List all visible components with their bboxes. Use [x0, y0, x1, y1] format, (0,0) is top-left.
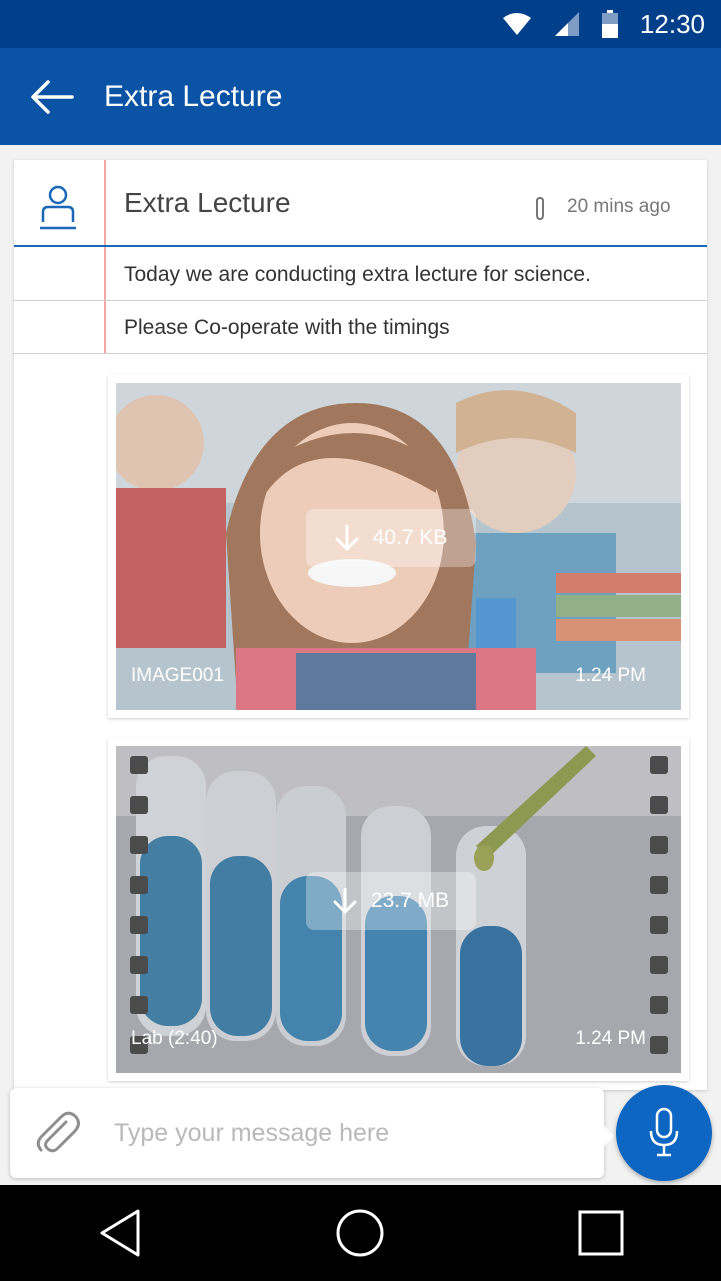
message-text: Today we are conducting extra lecture fo… [124, 263, 591, 286]
signal-icon [554, 11, 580, 37]
file-name: Lab (2:40) [131, 1028, 218, 1049]
back-button[interactable] [30, 77, 80, 117]
message-title: Extra Lecture [124, 187, 291, 218]
attach-button[interactable] [32, 1108, 82, 1158]
nav-home-button[interactable] [330, 1203, 390, 1263]
nav-back-button[interactable] [90, 1203, 150, 1263]
paperclip-icon [36, 1111, 80, 1153]
file-time: 1.24 PM [575, 665, 646, 686]
file-name: IMAGE001 [131, 665, 224, 686]
status-bar: 12:30 [0, 0, 721, 48]
download-button[interactable]: 23.7 MB [306, 872, 476, 930]
message-input[interactable] [114, 1110, 584, 1156]
wifi-icon [502, 12, 532, 36]
message-card: Extra Lecture 20 mins ago Today we are c… [14, 160, 707, 1090]
page-title: Extra Lecture [104, 79, 283, 113]
message-text: Please Co-operate with the timings [124, 316, 450, 339]
battery-icon [601, 10, 618, 38]
attachment-icon [536, 196, 544, 221]
message-line: Please Co-operate with the timings [14, 301, 707, 354]
message-header: Extra Lecture 20 mins ago [14, 160, 707, 247]
back-arrow-icon [31, 79, 74, 114]
microphone-icon [649, 1107, 679, 1157]
square-recents-icon [578, 1210, 624, 1256]
person-icon [40, 185, 76, 230]
composer-tail [604, 1126, 614, 1146]
file-time: 1.24 PM [575, 1028, 646, 1049]
clock: 12:30 [639, 8, 705, 39]
file-size: 23.7 MB [370, 889, 450, 912]
mic-button[interactable] [616, 1085, 712, 1181]
system-nav-bar [0, 1185, 721, 1281]
triangle-back-icon [100, 1209, 140, 1257]
file-size: 40.7 KB [372, 526, 448, 549]
message-time-ago: 20 mins ago [567, 196, 671, 217]
download-icon [333, 888, 357, 914]
nav-recents-button[interactable] [571, 1203, 631, 1263]
circle-home-icon [336, 1209, 384, 1257]
message-composer [10, 1088, 614, 1178]
app-bar: Extra Lecture [0, 48, 721, 145]
image-attachment[interactable]: 40.7 KB IMAGE001 1.24 PM [108, 375, 689, 718]
download-button[interactable]: 40.7 KB [306, 509, 476, 567]
download-icon [335, 525, 359, 551]
message-line: Today we are conducting extra lecture fo… [14, 248, 707, 301]
video-attachment[interactable]: 23.7 MB Lab (2:40) 1.24 PM [108, 738, 689, 1081]
